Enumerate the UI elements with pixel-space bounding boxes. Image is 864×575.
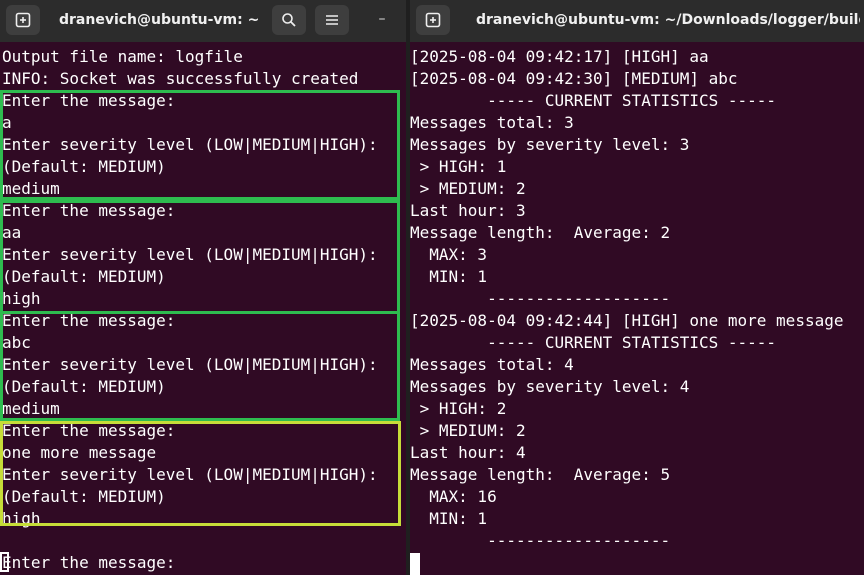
terminal-line: ----- CURRENT STATISTICS -----: [410, 333, 777, 352]
search-button[interactable]: [272, 5, 306, 35]
terminal-line: ----- CURRENT STATISTICS -----: [410, 91, 777, 110]
left-window-title: dranevich@ubuntu-vm: ~/...: [59, 12, 259, 28]
new-tab-button[interactable]: [6, 5, 40, 35]
left-cursor: [0, 552, 9, 572]
minimize-button[interactable]: –: [372, 6, 392, 32]
terminal-line: [2025-08-04 09:42:17] [HIGH] aa: [410, 47, 709, 66]
terminal-line: > HIGH: 1: [410, 157, 507, 176]
right-titlebar: dranevich@ubuntu-vm: ~/Downloads/logger/…: [410, 0, 864, 42]
left-titlebar: dranevich@ubuntu-vm: ~/... –: [0, 0, 406, 42]
right-window-title: dranevich@ubuntu-vm: ~/Downloads/logger/…: [476, 12, 860, 28]
right-cursor: [410, 553, 420, 575]
terminal-line: Messages by severity level: 3: [410, 135, 690, 154]
new-tab-icon: [15, 12, 31, 28]
new-tab-icon: [425, 12, 441, 28]
right-terminal-output[interactable]: [2025-08-04 09:42:17] [HIGH] aa [2025-08-…: [410, 46, 864, 552]
menu-button[interactable]: [315, 5, 349, 35]
terminal-line: > MEDIUM: 2: [410, 421, 526, 440]
terminal-line: Enter the message:: [2, 553, 176, 572]
terminal-line: MAX: 3: [410, 245, 488, 264]
terminal-line: [2025-08-04 09:42:30] [MEDIUM] abc: [410, 69, 738, 88]
terminal-line: Message length: Average: 2: [410, 223, 671, 242]
terminal-line: MIN: 1: [410, 267, 488, 286]
terminal-line: Messages total: 3: [410, 113, 574, 132]
terminal-line: -------------------: [410, 289, 671, 308]
hamburger-menu-icon: [326, 15, 338, 25]
terminal-line: MAX: 16: [410, 487, 497, 506]
terminal-line: [2025-08-04 09:42:44] [HIGH] one more me…: [410, 311, 844, 330]
terminal-line: > MEDIUM: 2: [410, 179, 526, 198]
terminal-line: Messages by severity level: 4: [410, 377, 690, 396]
terminal-line: -------------------: [410, 531, 671, 550]
search-icon: [282, 13, 296, 27]
terminal-line: > HIGH: 2: [410, 399, 507, 418]
terminal-line: Message length: Average: 5: [410, 465, 671, 484]
terminal-line: Last hour: 3: [410, 201, 526, 220]
terminal-line: MIN: 1: [410, 509, 488, 528]
terminal-line: Last hour: 4: [410, 443, 526, 462]
terminal-line: Messages total: 4: [410, 355, 574, 374]
new-tab-button-right[interactable]: [416, 5, 450, 35]
